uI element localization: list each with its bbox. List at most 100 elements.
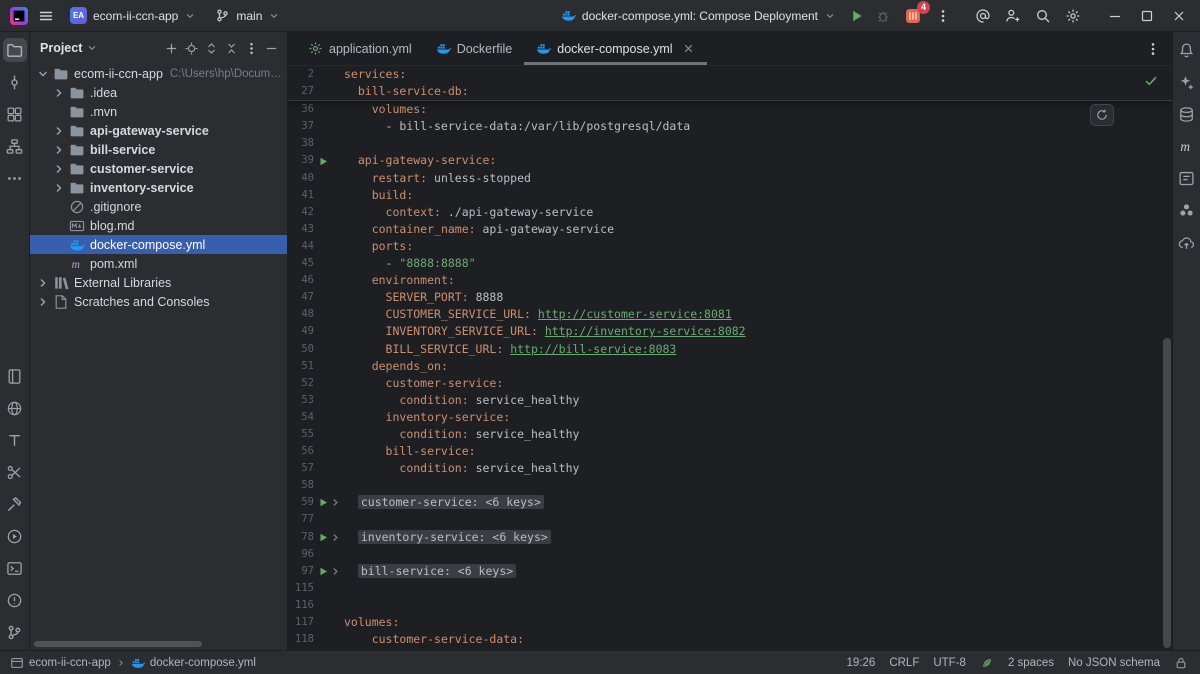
fold-expand-icon[interactable]	[330, 566, 341, 577]
structure-button[interactable]	[3, 102, 27, 126]
tab-Dockerfile[interactable]: Dockerfile	[424, 32, 525, 65]
code-token[interactable]: customer-service: <6 keys>	[357, 495, 544, 510]
more-options-button[interactable]	[242, 39, 261, 58]
services-button[interactable]	[3, 364, 27, 388]
debug-button[interactable]	[872, 5, 894, 27]
tree-item-.mvn[interactable]: .mvn	[30, 102, 287, 121]
version-control-button[interactable]	[3, 620, 27, 644]
remote-button[interactable]	[1175, 230, 1199, 254]
chevron-right-icon[interactable]	[52, 181, 66, 195]
ai-assistant-button[interactable]	[1175, 70, 1199, 94]
inspections-ok-icon[interactable]	[1144, 74, 1158, 88]
maven-button[interactable]: m	[1175, 134, 1199, 158]
git-tools-button[interactable]	[3, 460, 27, 484]
chevron-right-icon[interactable]	[36, 276, 50, 290]
code-token[interactable]: http://customer-service:8081	[538, 307, 732, 321]
project-button[interactable]	[2, 38, 27, 62]
editor-scrollbar-thumb[interactable]	[1163, 338, 1171, 648]
maximize-button[interactable]	[1136, 5, 1158, 27]
git-branch-selector[interactable]: main	[209, 5, 286, 26]
locate-file-button[interactable]	[182, 39, 201, 58]
tree-item-blog.md[interactable]: blog.md	[30, 216, 287, 235]
tab-options-button[interactable]	[1142, 38, 1164, 60]
tree-item-customer-service[interactable]: customer-service	[30, 159, 287, 178]
todo-button[interactable]	[3, 428, 27, 452]
chevron-right-icon[interactable]	[36, 295, 50, 309]
code-token[interactable]: bill-service: <6 keys>	[357, 563, 517, 578]
more-actions-button[interactable]	[932, 5, 954, 27]
main-menu-button[interactable]	[35, 5, 57, 27]
docker-services-button[interactable]: 4	[901, 0, 930, 28]
caret-position[interactable]: 19:26	[847, 657, 876, 669]
fold-expand-icon[interactable]	[330, 532, 341, 543]
code-token[interactable]: http://inventory-service:8082	[545, 324, 746, 338]
chevron-right-icon[interactable]	[52, 143, 66, 157]
search-everywhere-button[interactable]	[1032, 5, 1054, 27]
run-button[interactable]	[846, 5, 868, 27]
chevron-right-icon[interactable]	[52, 162, 66, 176]
refresh-button[interactable]	[1090, 104, 1114, 126]
close-tab-icon[interactable]	[682, 42, 695, 55]
tree-item-external-libraries[interactable]: External Libraries	[30, 273, 287, 292]
code-token[interactable]: http://bill-service:8083	[510, 342, 676, 356]
new-item-button[interactable]	[162, 39, 181, 58]
breadcrumb-file[interactable]: docker-compose.yml	[150, 657, 256, 669]
line-separator[interactable]: CRLF	[889, 657, 919, 669]
run-service-icon[interactable]	[318, 156, 329, 167]
minimize-button[interactable]	[1104, 5, 1126, 27]
fold-expand-icon[interactable]	[330, 497, 341, 508]
hide-panel-button[interactable]	[262, 39, 281, 58]
terminal-button[interactable]	[3, 556, 27, 580]
project-view-selector[interactable]: Project	[40, 41, 98, 55]
profiler-button[interactable]	[3, 524, 27, 548]
run-service-icon[interactable]	[318, 566, 329, 577]
settings-button[interactable]	[1062, 5, 1084, 27]
json-schema[interactable]: No JSON schema	[1068, 657, 1160, 669]
dependencies-button[interactable]	[1175, 166, 1199, 190]
tree-item-inventory-service[interactable]: inventory-service	[30, 178, 287, 197]
panel-title: Project	[40, 41, 83, 55]
tree-item-.idea[interactable]: .idea	[30, 83, 287, 102]
project-selector[interactable]: EA ecom-ii-ccn-app	[64, 4, 202, 27]
endpoints-button[interactable]	[3, 396, 27, 420]
collapse-all-button[interactable]	[222, 39, 241, 58]
plugins-button[interactable]	[1175, 198, 1199, 222]
editor[interactable]: 2 services: 27 bill-service-db: 36 volumes…	[288, 66, 1172, 650]
tab-application.yml[interactable]: application.yml	[296, 32, 424, 65]
commit-button[interactable]	[3, 70, 27, 94]
run-configuration-selector[interactable]: docker-compose.yml: Compose Deployment	[555, 5, 842, 26]
chevron-right-icon[interactable]	[52, 124, 66, 138]
notifications-button[interactable]	[1175, 38, 1199, 62]
code-token[interactable]: inventory-service: <6 keys>	[357, 529, 551, 544]
breadcrumb-project[interactable]: ecom-ii-ccn-app	[29, 657, 111, 669]
more-toolwindows-button[interactable]	[3, 166, 27, 190]
code-with-me-button[interactable]	[1002, 5, 1024, 27]
indent-style[interactable]: 2 spaces	[1008, 657, 1054, 669]
hierarchy-button[interactable]	[3, 134, 27, 158]
tree-item-api-gateway-service[interactable]: api-gateway-service	[30, 121, 287, 140]
run-service-icon[interactable]	[318, 532, 329, 543]
tab-docker-compose.yml[interactable]: docker-compose.yml	[524, 32, 707, 65]
tree-item-.gitignore[interactable]: .gitignore	[30, 197, 287, 216]
chevron-right-icon[interactable]	[52, 86, 66, 100]
mentions-button[interactable]	[972, 5, 994, 27]
chevron-down-icon[interactable]	[36, 67, 50, 81]
leaf-icon[interactable]	[980, 656, 994, 670]
expand-all-button[interactable]	[202, 39, 221, 58]
build-button[interactable]	[3, 492, 27, 516]
run-service-icon[interactable]	[318, 497, 329, 508]
code-token: service_healthy	[468, 426, 580, 441]
debug-bug-icon	[875, 8, 891, 24]
project-horizontal-scrollbar[interactable]	[34, 641, 202, 647]
tree-item-pom.xml[interactable]: m pom.xml	[30, 254, 287, 273]
tree-item-ecom-ii-ccn-app[interactable]: ecom-ii-ccn-app C:\Users\hp\Documents\p	[30, 64, 287, 83]
editor-scrollbar[interactable]	[1162, 66, 1172, 650]
close-button[interactable]	[1168, 5, 1190, 27]
problems-button[interactable]	[3, 588, 27, 612]
tree-item-docker-compose.yml[interactable]: docker-compose.yml	[30, 235, 287, 254]
lock-icon[interactable]	[1174, 656, 1188, 670]
file-encoding[interactable]: UTF-8	[933, 657, 966, 669]
tree-item-scratches-and-consoles[interactable]: Scratches and Consoles	[30, 292, 287, 311]
database-button[interactable]	[1175, 102, 1199, 126]
tree-item-bill-service[interactable]: bill-service	[30, 140, 287, 159]
